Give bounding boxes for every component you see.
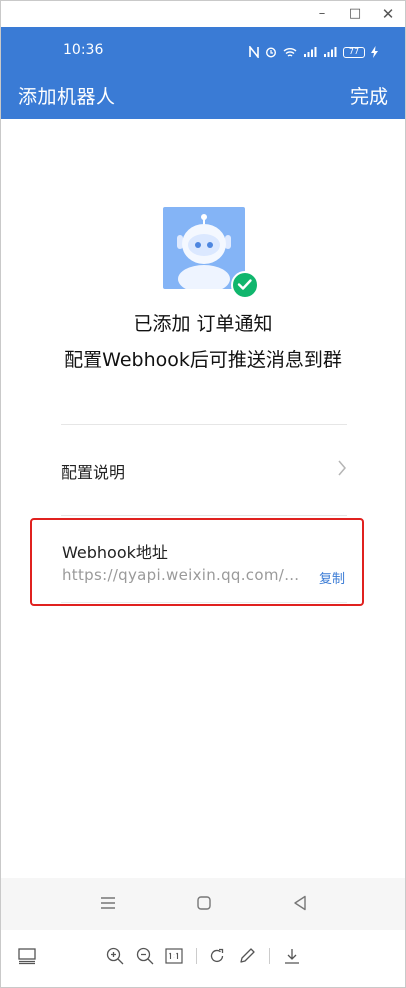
menu-icon[interactable]	[97, 892, 119, 914]
nfc-icon	[249, 46, 259, 58]
config-guide-label: 配置说明	[61, 463, 126, 482]
success-check-icon	[231, 271, 259, 299]
app-window: – □ ✕ 10:36 77 添加机器人 完成 已添加 订单通知 配置Webho…	[0, 0, 406, 988]
viewer-toolbar	[1, 930, 405, 987]
signal-4g-icon	[304, 47, 317, 57]
actual-size-icon[interactable]	[164, 946, 184, 966]
maximize-button[interactable]: □	[338, 1, 372, 27]
bot-description: 配置Webhook后可推送消息到群	[64, 349, 342, 371]
config-guide-row[interactable]: 配置说明	[61, 425, 347, 515]
copy-button[interactable]: 复制	[319, 568, 345, 587]
robot-avatar	[163, 207, 259, 299]
close-button[interactable]: ✕	[371, 1, 405, 27]
download-icon[interactable]	[282, 946, 302, 966]
toolbar-separator	[269, 948, 270, 964]
battery-icon: 77	[343, 46, 365, 58]
main-content: 已添加 订单通知 配置Webhook后可推送消息到群 配置说明 Webhook地…	[1, 119, 405, 877]
signal-4g-icon-2	[324, 47, 337, 57]
page-title: 添加机器人	[18, 86, 116, 108]
window-titlebar: – □ ✕	[1, 1, 405, 27]
rotate-icon[interactable]	[207, 946, 227, 966]
chevron-right-icon	[338, 460, 346, 476]
wifi-icon	[283, 47, 297, 57]
done-button[interactable]: 完成	[350, 82, 388, 109]
zoom-in-icon[interactable]	[105, 946, 125, 966]
zoom-out-icon[interactable]	[135, 946, 155, 966]
toolbar-separator	[196, 948, 197, 964]
status-time: 10:36	[63, 42, 104, 58]
webhook-label: Webhook地址	[62, 543, 168, 562]
webhook-url: https://qyapi.weixin.qq.com/c...	[62, 566, 302, 584]
system-navigation-bar	[1, 878, 405, 930]
edit-icon[interactable]	[237, 946, 257, 966]
panel-toggle-icon[interactable]	[17, 946, 37, 966]
status-icons: 77	[249, 44, 378, 60]
app-header: 10:36 77 添加机器人 完成	[1, 27, 405, 119]
navigation-bar: 添加机器人 完成	[1, 81, 405, 111]
divider	[61, 602, 347, 603]
divider	[61, 515, 347, 516]
status-bar: 10:36 77	[1, 37, 405, 67]
back-icon[interactable]	[289, 892, 311, 914]
home-icon[interactable]	[193, 892, 215, 914]
webhook-section: Webhook地址 https://qyapi.weixin.qq.com/c.…	[30, 518, 364, 606]
alarm-icon	[265, 47, 277, 58]
charging-icon	[371, 46, 378, 58]
bot-added-text: 已添加 订单通知	[133, 313, 273, 335]
minimize-button[interactable]: –	[305, 1, 339, 27]
